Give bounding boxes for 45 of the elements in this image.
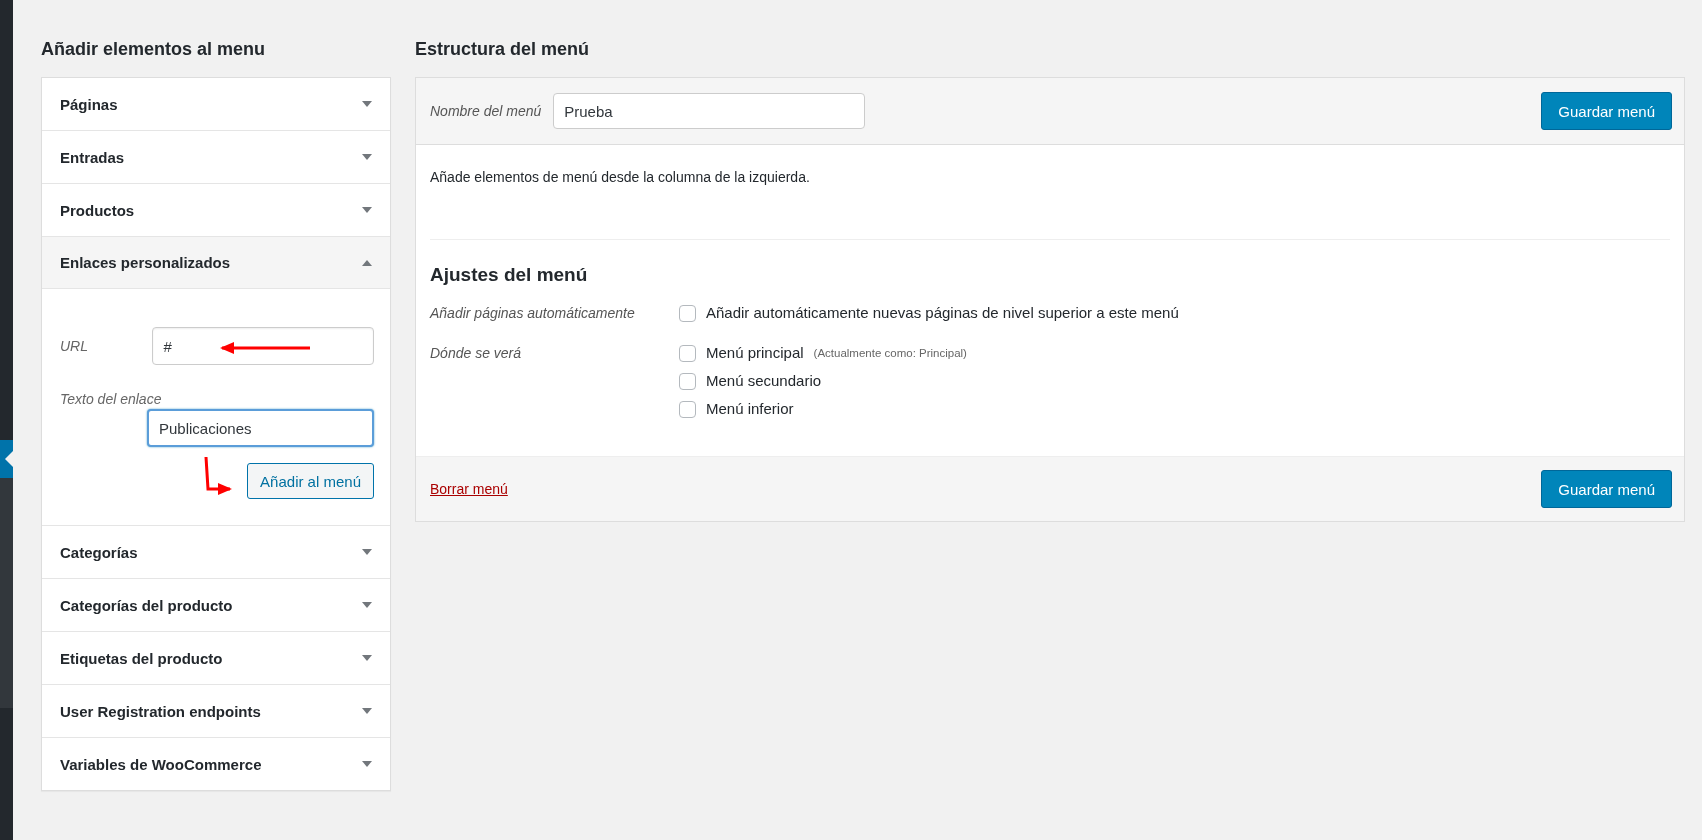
accordion-header[interactable]: Enlaces personalizados bbox=[42, 237, 390, 289]
checkbox[interactable] bbox=[679, 304, 696, 322]
settings-heading: Ajustes del menú bbox=[430, 264, 589, 286]
accordion-header[interactable]: Categorías del producto bbox=[42, 579, 390, 631]
save-menu-button[interactable]: Guardar menú bbox=[1541, 470, 1672, 508]
checkbox-label: Menú inferior bbox=[706, 399, 794, 419]
panel-title: Añadir elementos al menu bbox=[41, 38, 267, 61]
accordion-header[interactable]: Entradas bbox=[42, 131, 390, 183]
collapse-arrow-icon bbox=[362, 259, 372, 266]
checkbox[interactable] bbox=[679, 372, 696, 390]
setting-label: Añadir páginas automáticamente bbox=[430, 304, 636, 323]
accordion-header[interactable]: User Registration endpoints bbox=[42, 685, 390, 737]
accordion-header[interactable]: Variables de WooCommerce bbox=[42, 738, 390, 790]
checkbox-label: Menú secundario bbox=[706, 371, 822, 391]
expand-arrow-icon bbox=[362, 655, 372, 661]
add-to-menu-button[interactable]: Añadir al menú bbox=[247, 463, 374, 499]
expand-arrow-icon bbox=[362, 154, 372, 160]
section-title: Estructura del menú bbox=[415, 38, 591, 61]
setting-label: Dónde se verá bbox=[430, 344, 523, 363]
expand-arrow-icon bbox=[362, 761, 372, 767]
expand-arrow-icon bbox=[362, 602, 372, 608]
delete-menu-link[interactable]: Borrar menú bbox=[430, 481, 508, 497]
arrow bbox=[204, 456, 232, 495]
checkbox-label: Añadir automáticamente nuevas páginas de nivel superior a este menú bbox=[706, 303, 1179, 323]
expand-arrow-icon bbox=[362, 207, 372, 213]
save-menu-button[interactable]: Guardar menú bbox=[1541, 92, 1672, 130]
expand-arrow-icon bbox=[362, 708, 372, 714]
checkbox-note: (Actualmente como: Principal) bbox=[813, 346, 967, 361]
instructions-text: Añade elementos de menú desde la columna de la izquierda. bbox=[430, 167, 1670, 240]
accordion-header[interactable]: Páginas bbox=[42, 78, 390, 130]
expand-arrow-icon bbox=[362, 101, 372, 107]
accordion-header[interactable]: Etiquetas del producto bbox=[42, 632, 390, 684]
accordion-header[interactable]: Productos bbox=[42, 184, 390, 236]
notch-icon bbox=[3, 451, 13, 467]
checkbox[interactable] bbox=[679, 344, 696, 362]
field-label: Nombre del menú bbox=[430, 103, 542, 119]
field-label: Texto del enlace bbox=[60, 391, 162, 407]
text-field[interactable]: # bbox=[152, 327, 374, 365]
menu-name-field[interactable]: Prueba bbox=[553, 93, 866, 129]
field-label: URL bbox=[60, 338, 89, 354]
accordion-header[interactable]: Categorías bbox=[42, 526, 390, 578]
text-field[interactable]: Publicaciones bbox=[147, 409, 374, 447]
expand-arrow-icon bbox=[362, 549, 372, 555]
checkbox[interactable] bbox=[679, 400, 696, 418]
checkbox-label: Menú principal bbox=[706, 343, 804, 363]
